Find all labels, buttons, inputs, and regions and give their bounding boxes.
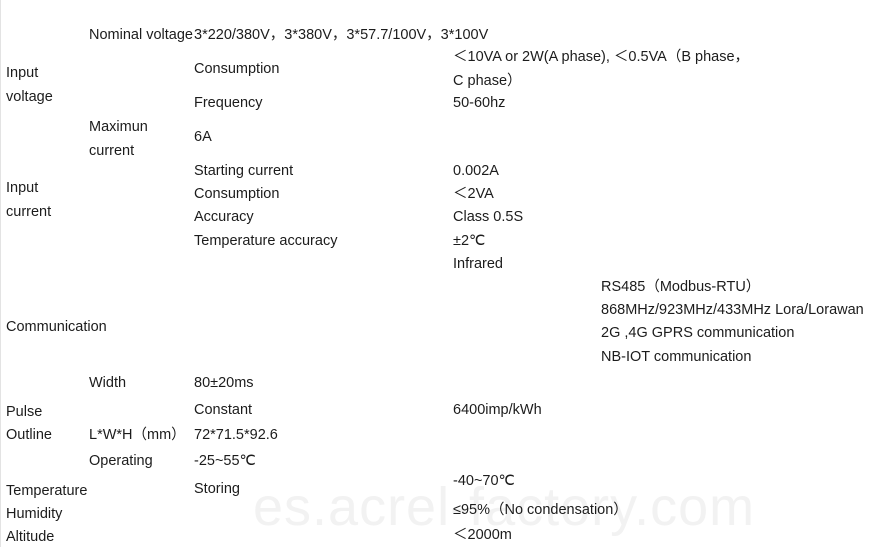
value-nominal-voltage: 3*220/380V，3*380V，3*57.7/100V，3*100V (194, 27, 489, 43)
sub-operating: Operating (89, 453, 153, 469)
value-consumption-current: ＜2VA (453, 186, 494, 202)
value-communication-rs485: RS485（Modbus-RTU） (601, 279, 761, 295)
value-communication-nbiot: NB-IOT communication (601, 349, 752, 365)
value-humidity: ≤95%（No condensation） (453, 502, 628, 518)
group-humidity: Humidity (6, 506, 63, 522)
value-storing: -40~70℃ (453, 473, 515, 489)
value-outline-dimensions: 72*71.5*92.6 (194, 427, 278, 443)
value-temperature-accuracy: ±2℃ (453, 233, 486, 249)
value-starting-current: 0.002A (453, 163, 499, 179)
param-storing: Storing (194, 481, 240, 497)
value-operating: -25~55℃ (194, 453, 256, 469)
group-pulse: Pulse (6, 404, 43, 420)
value-communication-gprs: 2G ,4G GPRS communication (601, 325, 795, 341)
param-pulse-constant: Constant (194, 402, 253, 418)
specification-table: es.acrel-factory.com Nominal voltage 3*2… (0, 0, 873, 547)
value-frequency: 50-60hz (453, 95, 506, 111)
param-nominal-voltage: Nominal voltage (89, 27, 193, 43)
group-altitude: Altitude (6, 529, 55, 545)
value-pulse-constant: 6400imp/kWh (453, 402, 542, 418)
value-maximum-current: 6A (194, 129, 212, 145)
group-outline: Outline (6, 427, 52, 443)
group-input-current: Input current (6, 180, 52, 220)
param-starting-current: Starting current (194, 163, 294, 179)
value-altitude: ＜2000m (453, 527, 512, 543)
value-accuracy: Class 0.5S (453, 209, 524, 225)
param-frequency: Frequency (194, 95, 263, 111)
param-consumption-current: Consumption (194, 186, 280, 202)
param-accuracy: Accuracy (194, 209, 254, 225)
value-infrared: Infrared (453, 256, 503, 272)
value-consumption-voltage: ＜10VA or 2W(A phase), ＜0.5VA（B phase，C p… (453, 49, 750, 89)
sub-pulse-width: Width (89, 375, 127, 391)
group-temperature: Temperature (6, 483, 88, 499)
value-communication-lora: 868MHz/923MHz/433MHz Lora/Lorawan (601, 302, 864, 318)
group-communication: Communication (6, 319, 107, 335)
group-input-voltage: Input voltage (6, 65, 53, 105)
sub-maximum-current: Maximun current (89, 119, 148, 159)
value-pulse-width: 80±20ms (194, 375, 254, 391)
sub-outline-dimensions: L*W*H（mm） (89, 427, 186, 443)
param-consumption-voltage: Consumption (194, 61, 280, 77)
param-temperature-accuracy: Temperature accuracy (194, 233, 338, 249)
